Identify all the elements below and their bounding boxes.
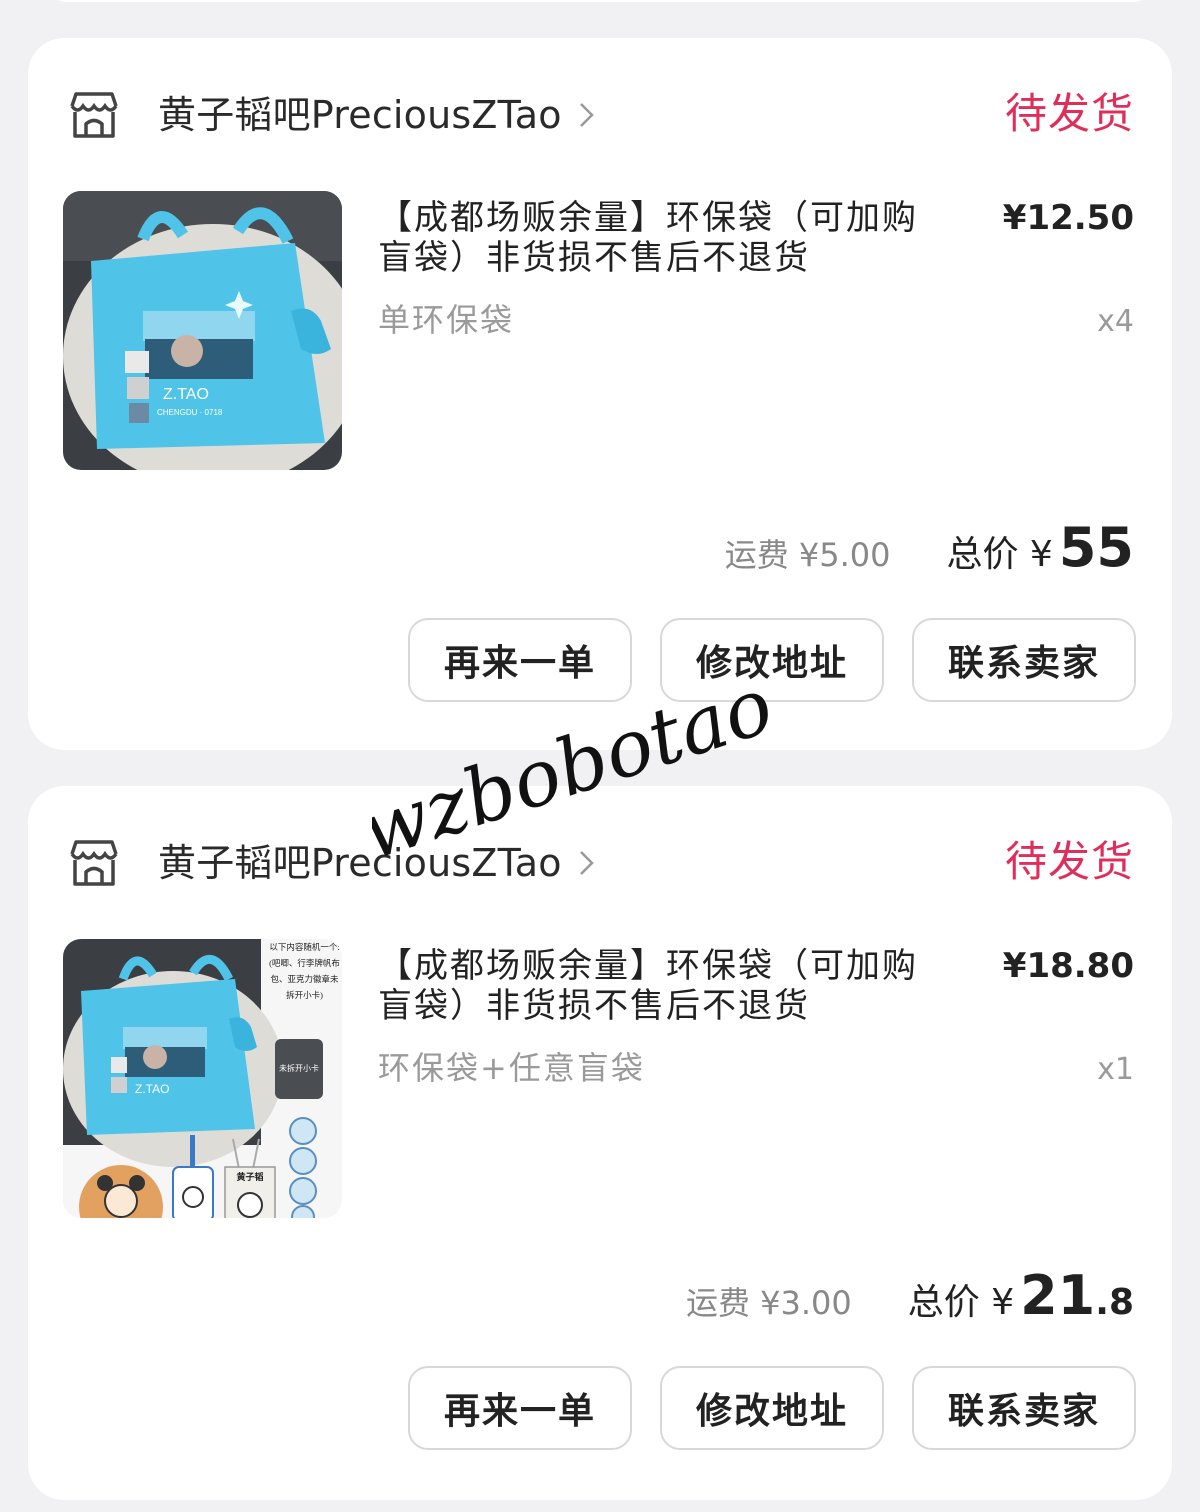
item-title[interactable]: 【成都场贩余量】环保袋（可加购盲袋）非货损不售后不退货 xyxy=(378,198,938,278)
thumb-brand-text: Z.TAO xyxy=(163,386,209,403)
order-card: 黄子韬吧PreciousZTao 待发货 Z.TAO 以下内容随机一个:(吧唧、… xyxy=(28,786,1172,1500)
order-status: 待发货 xyxy=(1004,89,1134,138)
item-variant: 单环保袋 xyxy=(378,301,515,339)
chevron-right-icon[interactable] xyxy=(578,848,596,878)
contact-seller-button[interactable]: 联系卖家 xyxy=(912,618,1136,702)
thumb-side-note: 以下内容随机一个:(吧唧、行李牌帆布包、亚克力徽章未拆开小卡) xyxy=(269,942,340,1000)
item-quantity: x4 xyxy=(1097,304,1134,339)
order-actions: 再来一单 修改地址 联系卖家 xyxy=(408,618,1136,702)
item-variant: 环保袋+任意盲袋 xyxy=(378,1049,645,1087)
shop-name[interactable]: 黄子韬吧PreciousZTao xyxy=(158,838,562,888)
order-total: 总价 ¥ 55 xyxy=(946,516,1134,579)
thumb-sub-text: CHENGDU · 0718 xyxy=(157,408,223,417)
contact-seller-button[interactable]: 联系卖家 xyxy=(912,1366,1136,1450)
total-amount: 21 xyxy=(1020,1264,1096,1327)
thumb-brand-text: Z.TAO xyxy=(135,1082,169,1096)
shipping-fee: 运费 ¥3.00 xyxy=(685,1284,852,1322)
order-status: 待发货 xyxy=(1004,837,1134,886)
item-price: ¥18.80 xyxy=(1002,946,1134,986)
change-address-button[interactable]: 修改地址 xyxy=(660,618,884,702)
reorder-button[interactable]: 再来一单 xyxy=(408,618,632,702)
previous-card-edge xyxy=(40,0,1160,2)
total-decimal: .8 xyxy=(1095,1282,1134,1323)
product-thumbnail[interactable]: Z.TAO 以下内容随机一个:(吧唧、行李牌帆布包、亚克力徽章未拆开小卡) 未拆… xyxy=(63,939,342,1218)
shop-header[interactable]: 黄子韬吧PreciousZTao 待发货 xyxy=(66,834,1134,894)
shop-icon xyxy=(70,840,118,886)
change-address-button[interactable]: 修改地址 xyxy=(660,1366,884,1450)
shop-name[interactable]: 黄子韬吧PreciousZTao xyxy=(158,90,562,140)
total-label: 总价 ¥ xyxy=(946,534,1053,575)
order-summary: 运费 ¥5.00 总价 ¥ 55 xyxy=(725,516,1134,586)
thumb-card-label: 未拆开小卡 xyxy=(279,1064,319,1073)
reorder-button[interactable]: 再来一单 xyxy=(408,1366,632,1450)
item-quantity: x1 xyxy=(1097,1052,1134,1087)
chevron-right-icon[interactable] xyxy=(578,100,596,130)
item-price: ¥12.50 xyxy=(1002,198,1134,238)
order-card: 黄子韬吧PreciousZTao 待发货 Z.TAO CHENGDU · 071… xyxy=(28,38,1172,750)
total-amount: 55 xyxy=(1058,516,1134,579)
item-title[interactable]: 【成都场贩余量】环保袋（可加购盲袋）非货损不售后不退货 xyxy=(378,946,938,1026)
thumb-tote-label: 黄子韬 xyxy=(236,1172,264,1182)
order-total: 总价 ¥ 21 .8 xyxy=(908,1264,1134,1327)
total-label: 总价 ¥ xyxy=(907,1282,1015,1323)
shop-header[interactable]: 黄子韬吧PreciousZTao 待发货 xyxy=(66,86,1134,146)
shipping-fee: 运费 ¥5.00 xyxy=(724,536,891,574)
order-actions: 再来一单 修改地址 联系卖家 xyxy=(408,1366,1136,1450)
shop-icon xyxy=(70,92,118,138)
product-thumbnail[interactable]: Z.TAO CHENGDU · 0718 xyxy=(63,191,342,470)
order-summary: 运费 ¥3.00 总价 ¥ 21 .8 xyxy=(686,1264,1134,1334)
